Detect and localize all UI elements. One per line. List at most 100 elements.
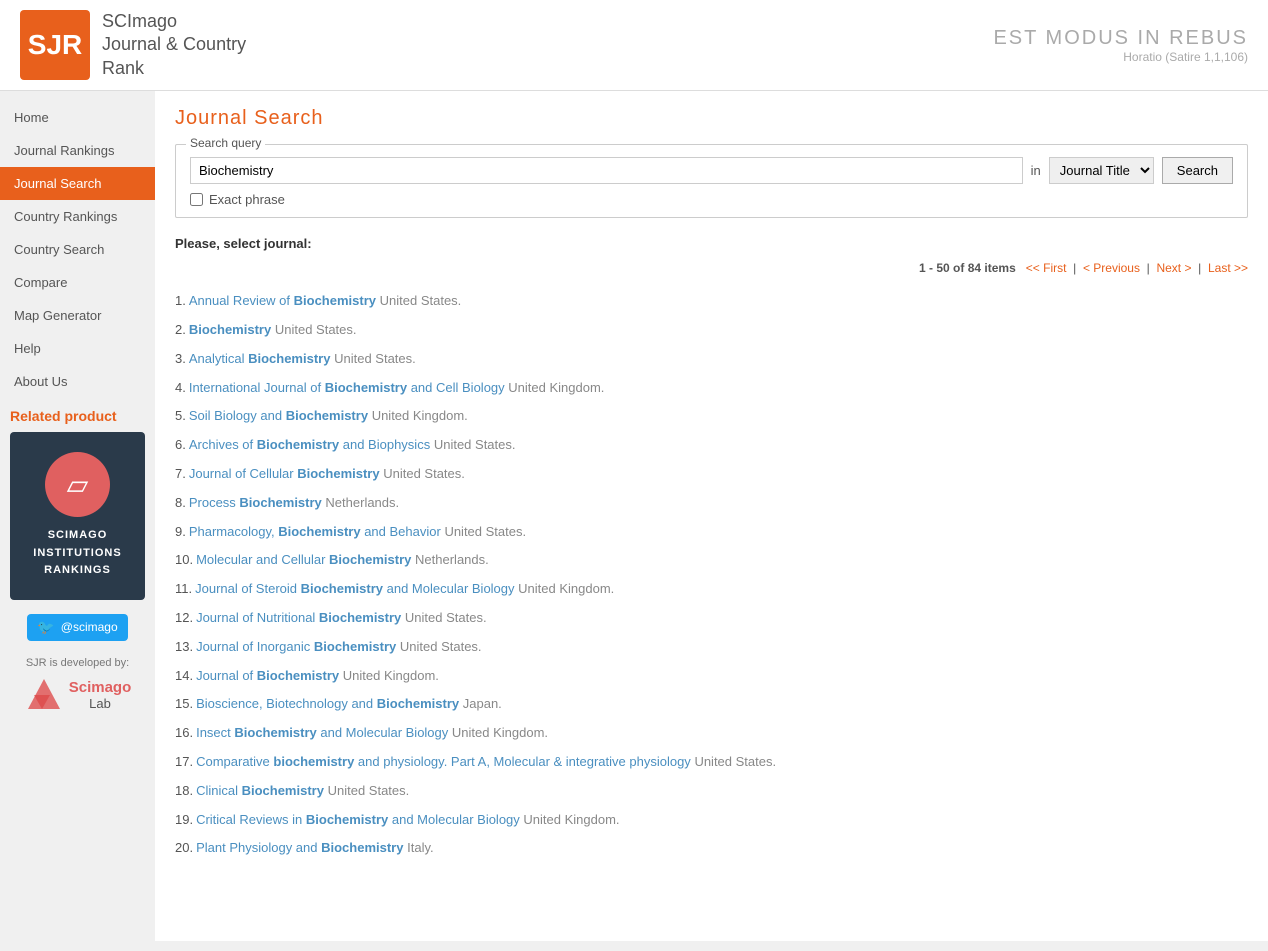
journal-link[interactable]: Biochemistry — [189, 322, 271, 337]
sidebar: Home Journal Rankings Journal Search Cou… — [0, 91, 155, 941]
journal-country: Italy. — [407, 840, 434, 855]
sidebar-item-about-us[interactable]: About Us — [0, 365, 155, 398]
journal-link[interactable]: Molecular and Cellular Biochemistry — [196, 552, 411, 567]
motto-area: EST MODUS IN REBUS Horatio (Satire 1,1,1… — [993, 27, 1248, 64]
journal-link[interactable]: Insect Biochemistry and Molecular Biolog… — [196, 725, 448, 740]
pagination-last[interactable]: Last >> — [1208, 261, 1248, 275]
sidebar-item-map-generator[interactable]: Map Generator — [0, 299, 155, 332]
journal-link[interactable]: Journal of Inorganic Biochemistry — [196, 639, 396, 654]
pagination-prev[interactable]: < Previous — [1083, 261, 1140, 275]
journal-country: United States. — [434, 437, 516, 452]
journal-list-item: 8.Process Biochemistry Netherlands. — [175, 489, 1248, 518]
journal-link[interactable]: Clinical Biochemistry — [196, 783, 324, 798]
journal-list-item: 4.International Journal of Biochemistry … — [175, 374, 1248, 403]
search-query-box: Search query in Journal Title ISSN Publi… — [175, 144, 1248, 218]
item-num: 8. — [175, 495, 186, 510]
site-logo: SJR — [20, 10, 90, 80]
page-title: Journal Search — [175, 107, 1248, 130]
related-product-title: Related product — [10, 408, 145, 424]
search-type-select[interactable]: Journal Title ISSN Publisher Country — [1049, 157, 1154, 184]
exact-phrase-label: Exact phrase — [209, 192, 285, 207]
journal-list-item: 6.Archives of Biochemistry and Biophysic… — [175, 431, 1248, 460]
journal-link[interactable]: Soil Biology and Biochemistry — [189, 408, 368, 423]
journal-link[interactable]: Plant Physiology and Biochemistry — [196, 840, 403, 855]
journal-country: United States. — [694, 754, 776, 769]
journal-link[interactable]: Annual Review of Biochemistry — [189, 293, 376, 308]
item-num: 7. — [175, 466, 186, 481]
main-layout: Home Journal Rankings Journal Search Cou… — [0, 91, 1268, 941]
search-input[interactable] — [190, 157, 1023, 184]
twitter-area: 🐦 @scimago — [0, 600, 155, 647]
lab-logo-icon — [24, 675, 64, 715]
journal-list-item: 1.Annual Review of Biochemistry United S… — [175, 287, 1248, 316]
journal-country: United States. — [405, 610, 487, 625]
journal-link[interactable]: Bioscience, Biotechnology and Biochemist… — [196, 696, 459, 711]
pagination-first[interactable]: << First — [1026, 261, 1067, 275]
item-num: 18. — [175, 783, 193, 798]
journal-list-item: 5.Soil Biology and Biochemistry United K… — [175, 402, 1248, 431]
journal-list-item: 18.Clinical Biochemistry United States. — [175, 777, 1248, 806]
pillar-icon: ⏥ — [67, 468, 89, 501]
sidebar-item-journal-search[interactable]: Journal Search — [0, 167, 155, 200]
item-num: 2. — [175, 322, 186, 337]
search-button[interactable]: Search — [1162, 157, 1233, 184]
content-area: Journal Search Search query in Journal T… — [155, 91, 1268, 941]
item-num: 9. — [175, 524, 186, 539]
dev-label: SJR is developed by: — [0, 657, 155, 669]
item-num: 19. — [175, 812, 193, 827]
journal-link[interactable]: Pharmacology, Biochemistry and Behavior — [189, 524, 441, 539]
lab-sub: Lab — [89, 696, 111, 711]
journal-list-item: 14.Journal of Biochemistry United Kingdo… — [175, 662, 1248, 691]
journal-list-item: 10.Molecular and Cellular Biochemistry N… — [175, 546, 1248, 575]
exact-phrase-row: Exact phrase — [190, 192, 1233, 207]
site-name: SCImago Journal & Country Rank — [102, 10, 246, 80]
journal-list-item: 19.Critical Reviews in Biochemistry and … — [175, 806, 1248, 835]
journal-list-item: 12.Journal of Nutritional Biochemistry U… — [175, 604, 1248, 633]
sidebar-item-journal-rankings[interactable]: Journal Rankings — [0, 134, 155, 167]
pagination-range: 1 - 50 of 84 items — [919, 261, 1016, 275]
item-num: 12. — [175, 610, 193, 625]
motto-text: EST MODUS IN REBUS — [993, 27, 1248, 50]
results-select-label: Please, select journal: — [175, 236, 1248, 251]
search-in-label: in — [1031, 163, 1041, 178]
journal-link[interactable]: Critical Reviews in Biochemistry and Mol… — [196, 812, 520, 827]
twitter-link[interactable]: 🐦 @scimago — [27, 614, 127, 641]
item-num: 15. — [175, 696, 193, 711]
sidebar-item-country-rankings[interactable]: Country Rankings — [0, 200, 155, 233]
sidebar-item-home[interactable]: Home — [0, 101, 155, 134]
pagination-next[interactable]: Next > — [1156, 261, 1191, 275]
twitter-handle: @scimago — [61, 620, 118, 634]
journal-link[interactable]: Comparative biochemistry and physiology.… — [196, 754, 691, 769]
exact-phrase-checkbox[interactable] — [190, 193, 203, 206]
sidebar-item-help[interactable]: Help — [0, 332, 155, 365]
journal-link[interactable]: Journal of Steroid Biochemistry and Mole… — [195, 581, 514, 596]
journal-link[interactable]: Analytical Biochemistry — [189, 351, 331, 366]
sidebar-item-compare[interactable]: Compare — [0, 266, 155, 299]
journal-link[interactable]: Journal of Cellular Biochemistry — [189, 466, 380, 481]
header: SJR SCImago Journal & Country Rank EST M… — [0, 0, 1268, 91]
twitter-icon: 🐦 — [37, 619, 54, 636]
journal-country: United States. — [275, 322, 357, 337]
scimago-banner[interactable]: ⏥ SCIMAGOINSTITUTIONSRANKINGS — [10, 432, 145, 600]
item-num: 17. — [175, 754, 193, 769]
journal-country: United States. — [400, 639, 482, 654]
search-legend: Search query — [186, 136, 265, 150]
item-num: 13. — [175, 639, 193, 654]
journal-list-item: 16.Insect Biochemistry and Molecular Bio… — [175, 719, 1248, 748]
journal-link[interactable]: Process Biochemistry — [189, 495, 322, 510]
journal-list-item: 2.Biochemistry United States. — [175, 316, 1248, 345]
journal-link[interactable]: Archives of Biochemistry and Biophysics — [189, 437, 430, 452]
sidebar-item-country-search[interactable]: Country Search — [0, 233, 155, 266]
journal-country: Netherlands. — [325, 495, 399, 510]
journal-country: United States. — [383, 466, 465, 481]
banner-text: SCIMAGOINSTITUTIONSRANKINGS — [20, 527, 135, 580]
journal-link[interactable]: International Journal of Biochemistry an… — [189, 380, 505, 395]
journal-country: United States. — [380, 293, 462, 308]
journal-link[interactable]: Journal of Biochemistry — [196, 668, 339, 683]
banner-icon: ⏥ — [45, 452, 110, 517]
journal-list-item: 3.Analytical Biochemistry United States. — [175, 345, 1248, 374]
journal-country: United Kingdom. — [523, 812, 619, 827]
scimago-lab-logo: Scimago Lab — [0, 675, 155, 715]
journal-link[interactable]: Journal of Nutritional Biochemistry — [196, 610, 401, 625]
journal-country: United States. — [328, 783, 410, 798]
